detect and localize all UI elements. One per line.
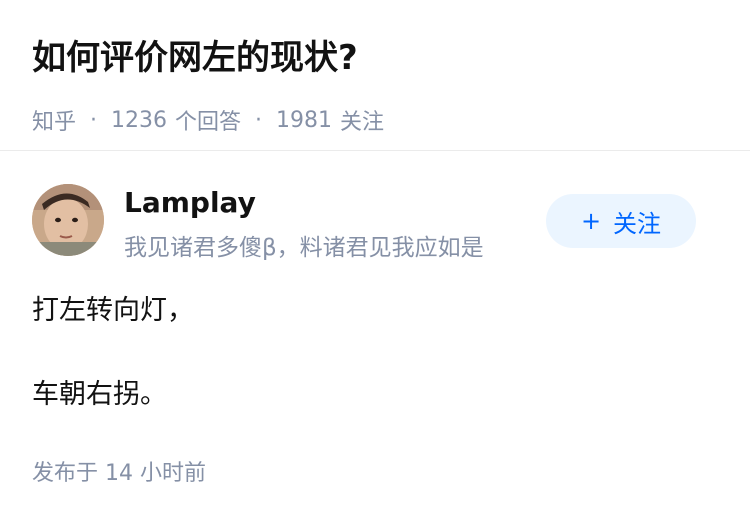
follow-button-label: 关注 [613, 209, 662, 238]
answer-content[interactable]: 打左转向灯， 车朝右拐。 [32, 290, 718, 416]
plus-icon: + [580, 207, 602, 235]
question-title[interactable]: 如何评价网左的现状? [32, 30, 722, 86]
meta-separator: · [255, 107, 263, 133]
source-label[interactable]: 知乎 [32, 104, 76, 136]
answer-count: 1236 [111, 107, 168, 133]
follow-button[interactable]: + 关注 [546, 194, 696, 248]
answer-paragraph: 打左转向灯， [32, 295, 194, 326]
answer-count-label: 个回答 [175, 110, 242, 135]
avatar[interactable] [32, 184, 104, 256]
question-meta: 知乎 · 1236 个回答 · 1981 关注 [32, 104, 722, 136]
question-header: 如何评价网左的现状? 知乎 · 1236 个回答 · 1981 关注 [32, 30, 722, 136]
author-info: Lamplay 我见诸君多傻β，料诸君见我应如是 + 关注 [32, 184, 718, 261]
section-divider [0, 150, 750, 151]
meta-separator: · [90, 107, 98, 133]
follower-count-label: 关注 [340, 110, 385, 135]
publish-time: 发布于 14 小时前 [32, 461, 206, 486]
avatar-photo-icon [32, 184, 104, 256]
answer-paragraph: 车朝右拐。 [32, 379, 167, 410]
author-bio: 我见诸君多傻β，料诸君见我应如是 [124, 235, 484, 261]
author-name[interactable]: Lamplay [124, 186, 256, 219]
follower-count: 1981 [276, 107, 333, 133]
